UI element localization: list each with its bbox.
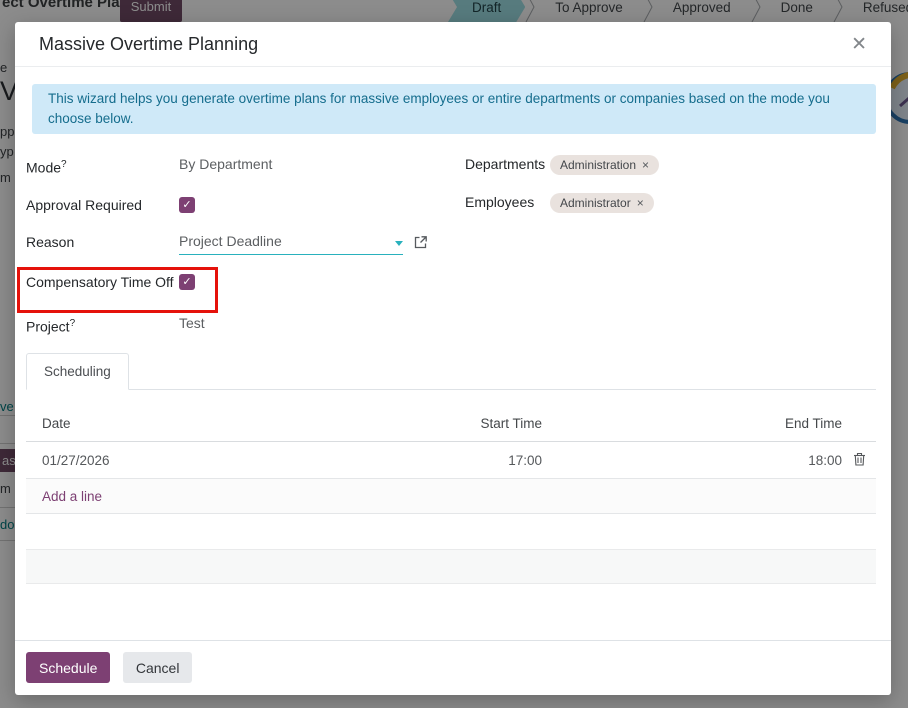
table-row: 01/27/2026 17:00 18:00 xyxy=(26,442,876,479)
field-row-compensatory-time-off: Compensatory Time Off ✓ xyxy=(26,272,451,293)
remove-tag-icon[interactable]: × xyxy=(642,158,649,172)
cancel-button[interactable]: Cancel xyxy=(123,652,193,683)
compensatory-time-off-checkbox[interactable]: ✓ xyxy=(179,274,195,290)
empty-row xyxy=(26,549,876,584)
modal-footer: Schedule Cancel xyxy=(15,640,891,695)
mode-value: By Department xyxy=(179,154,272,175)
approval-required-checkbox[interactable]: ✓ xyxy=(179,197,195,213)
end-time-cell[interactable]: 18:00 xyxy=(542,453,842,468)
project-label: Project? xyxy=(26,313,179,338)
field-row-employees: Employees Administrator × xyxy=(465,192,876,213)
employees-label: Employees xyxy=(465,192,550,213)
empty-row xyxy=(26,584,876,625)
field-row-mode: Mode? By Department xyxy=(26,154,451,179)
trash-icon xyxy=(853,452,866,469)
wizard-form: Mode? By Department Approval Required ✓ … xyxy=(26,154,876,353)
column-header-date: Date xyxy=(26,416,242,431)
chevron-down-icon xyxy=(395,241,403,246)
help-icon: ? xyxy=(70,318,76,329)
reason-label: Reason xyxy=(26,232,179,253)
modal-header: Massive Overtime Planning ✕ xyxy=(15,22,891,67)
schedule-button[interactable]: Schedule xyxy=(26,652,110,683)
compensatory-time-off-label: Compensatory Time Off xyxy=(26,272,179,293)
modal-body: This wizard helps you generate overtime … xyxy=(15,67,891,640)
start-time-cell[interactable]: 17:00 xyxy=(242,453,542,468)
department-tag[interactable]: Administration × xyxy=(550,155,659,175)
employee-tag[interactable]: Administrator × xyxy=(550,193,654,213)
remove-tag-icon[interactable]: × xyxy=(637,196,644,210)
date-cell[interactable]: 01/27/2026 xyxy=(26,453,242,468)
empty-row xyxy=(26,514,876,549)
reason-value: Project Deadline xyxy=(179,232,282,250)
mode-label: Mode? xyxy=(26,154,179,179)
column-header-end-time: End Time xyxy=(542,416,842,431)
info-alert: This wizard helps you generate overtime … xyxy=(32,84,876,134)
check-icon: ✓ xyxy=(182,199,191,211)
field-row-reason: Reason Project Deadline xyxy=(26,232,451,256)
tag-label: Administrator xyxy=(560,196,631,210)
form-column-left: Mode? By Department Approval Required ✓ … xyxy=(26,154,451,353)
field-row-departments: Departments Administration × xyxy=(465,154,876,175)
field-row-project: Project? Test xyxy=(26,313,451,338)
close-icon[interactable]: ✕ xyxy=(851,35,867,54)
delete-row-button[interactable] xyxy=(842,452,876,469)
modal-title: Massive Overtime Planning xyxy=(39,34,258,55)
tag-label: Administration xyxy=(560,158,636,172)
form-column-right: Departments Administration × Employees A… xyxy=(451,154,876,353)
table-header-row: Date Start Time End Time xyxy=(26,406,876,442)
field-row-approval-required: Approval Required ✓ xyxy=(26,195,451,216)
scheduling-table: Date Start Time End Time 01/27/2026 17:0… xyxy=(26,406,876,625)
reason-select[interactable]: Project Deadline xyxy=(179,232,403,255)
massive-overtime-planning-dialog: Massive Overtime Planning ✕ This wizard … xyxy=(15,22,891,695)
tab-scheduling[interactable]: Scheduling xyxy=(26,353,129,390)
check-icon: ✓ xyxy=(182,276,191,288)
help-icon: ? xyxy=(61,159,67,170)
column-header-start-time: Start Time xyxy=(242,416,542,431)
project-value: Test xyxy=(179,313,205,334)
add-a-line-link[interactable]: Add a line xyxy=(26,479,876,514)
approval-required-label: Approval Required xyxy=(26,195,179,216)
departments-label: Departments xyxy=(465,154,550,175)
internal-link-icon[interactable] xyxy=(413,235,428,255)
notebook-tabs: Scheduling xyxy=(26,353,876,390)
